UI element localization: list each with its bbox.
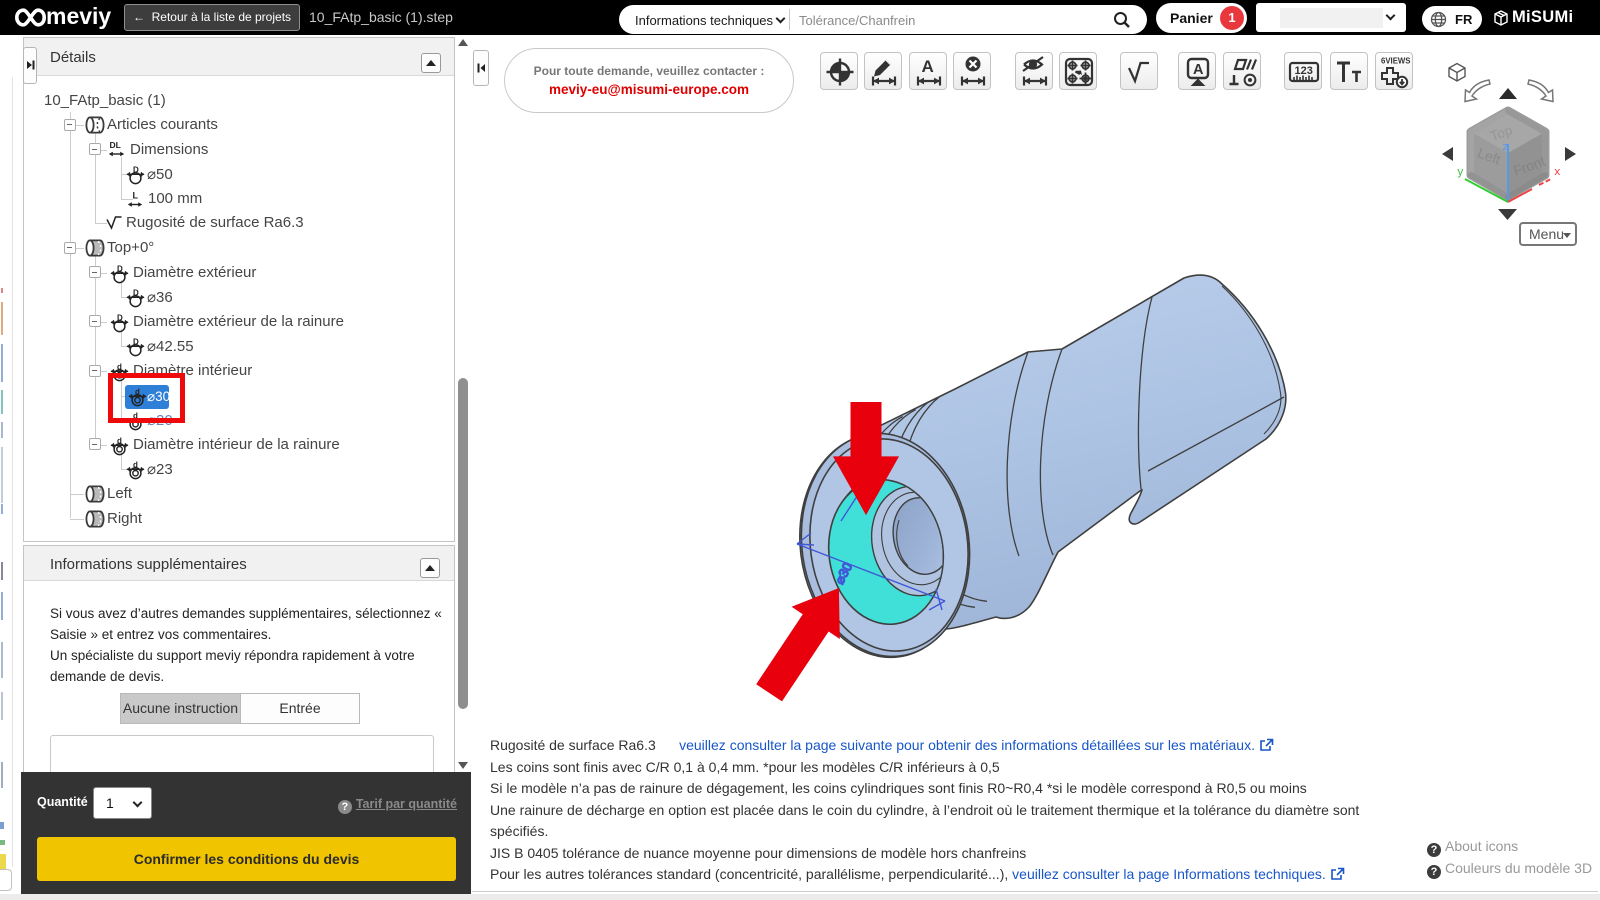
svg-text:6VIEWS: 6VIEWS [1381, 57, 1410, 66]
svg-text:y: y [1457, 167, 1464, 179]
svg-text:123: 123 [1295, 65, 1313, 77]
svg-text:A: A [1193, 62, 1204, 78]
svg-text:DL: DL [110, 140, 121, 150]
svg-text:z: z [1502, 142, 1509, 154]
svg-text:A: A [922, 57, 934, 76]
svg-text:x: x [1554, 167, 1561, 179]
svg-text:L: L [133, 191, 139, 201]
